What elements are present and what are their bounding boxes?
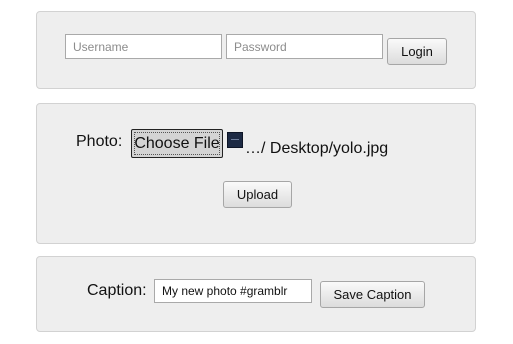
selected-file-path: …/ Desktop/yolo.jpg [245,140,389,157]
password-input[interactable] [226,34,383,59]
caption-panel: Caption: Save Caption [36,256,476,332]
save-caption-button[interactable]: Save Caption [320,281,425,308]
upload-button[interactable]: Upload [223,181,292,208]
upload-panel: Photo: Choose File …/ Desktop/yolo.jpg U… [36,103,476,244]
page: Login Photo: Choose File …/ Desktop/yolo… [0,0,513,344]
caption-input[interactable] [154,279,312,303]
login-panel: Login [36,11,476,89]
choose-file-button[interactable]: Choose File [131,129,223,158]
username-input[interactable] [65,34,222,59]
photo-label: Photo: [76,133,123,150]
image-thumbnail-icon [227,132,243,148]
caption-label: Caption: [87,282,147,299]
login-button[interactable]: Login [387,38,447,65]
